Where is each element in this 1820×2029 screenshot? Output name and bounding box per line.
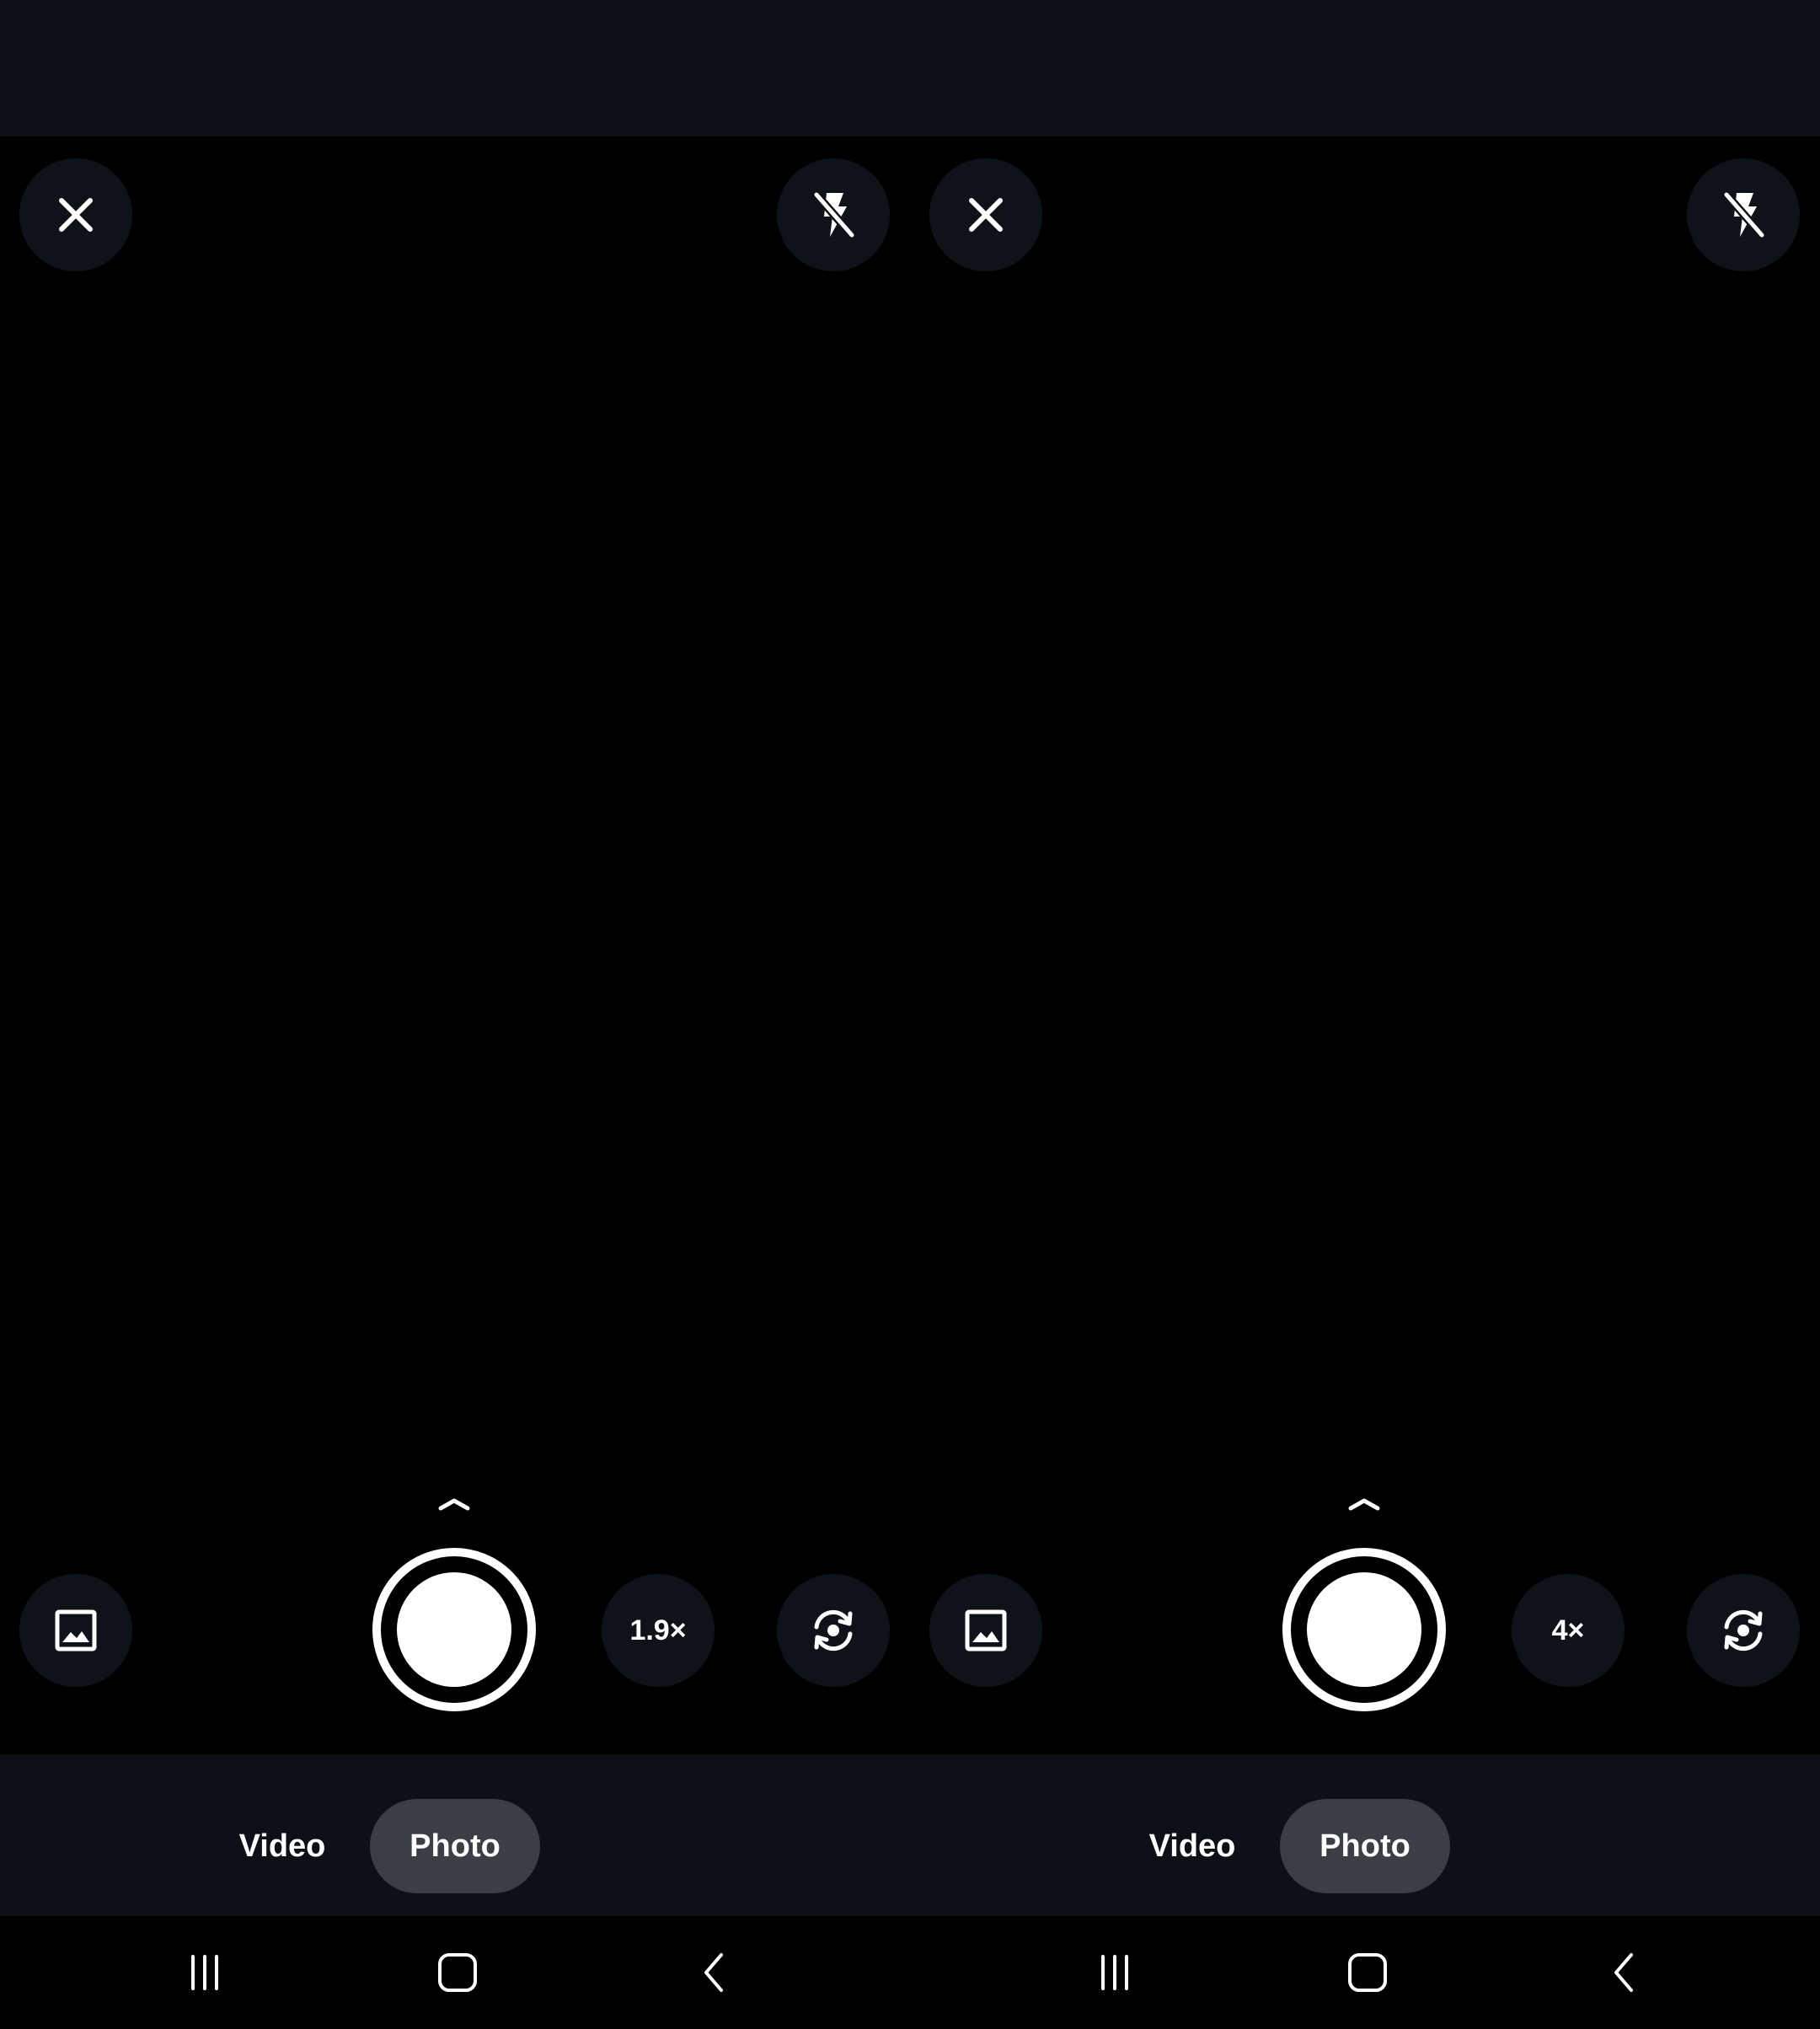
back-icon (1614, 1953, 1633, 1992)
chevron-up-icon (438, 1498, 470, 1511)
flash-toggle-button[interactable] (777, 158, 890, 271)
system-nav-bar (910, 1916, 1820, 2029)
mode-video-button[interactable]: Video (1125, 1799, 1260, 1893)
viewfinder[interactable]: 4× (910, 137, 1820, 1754)
flip-camera-icon (814, 1609, 853, 1652)
mode-selector-bar: Video Photo (910, 1754, 1820, 1916)
shutter-inner (397, 1572, 511, 1687)
gallery-button[interactable] (929, 1574, 1042, 1687)
camera-pane-right: 4× Video Photo (910, 137, 1820, 2029)
chevron-up-icon (1348, 1498, 1380, 1511)
back-icon (704, 1953, 723, 1992)
mode-photo-button[interactable]: Photo (1280, 1799, 1450, 1893)
close-icon (969, 198, 1003, 232)
shutter-button[interactable] (1282, 1548, 1446, 1711)
gallery-button[interactable] (19, 1574, 132, 1687)
flip-camera-button[interactable] (1687, 1574, 1800, 1687)
flip-camera-icon (1724, 1609, 1763, 1652)
mode-selector-bar: Video Photo (0, 1754, 910, 1916)
back-button[interactable] (680, 1939, 747, 2006)
mode-photo-button[interactable]: Photo (370, 1799, 540, 1893)
gallery-icon (965, 1609, 1007, 1652)
system-nav-bar (0, 1916, 910, 2029)
viewfinder[interactable]: 1.9× (0, 137, 910, 1754)
camera-pane-left: 1.9× Video Photo (0, 137, 910, 2029)
close-button[interactable] (19, 158, 132, 271)
expand-controls-chevron[interactable] (1332, 1490, 1396, 1518)
home-button[interactable] (1334, 1939, 1401, 2006)
close-button[interactable] (929, 158, 1042, 271)
gallery-icon (55, 1609, 97, 1652)
close-icon (59, 198, 93, 232)
flash-off-icon (812, 190, 856, 239)
recents-icon (191, 1955, 218, 1990)
back-button[interactable] (1590, 1939, 1657, 2006)
shutter-inner (1307, 1572, 1421, 1687)
expand-controls-chevron[interactable] (422, 1490, 486, 1518)
home-icon (438, 1953, 477, 1992)
zoom-level-label: 1.9× (629, 1614, 687, 1646)
recents-icon (1101, 1955, 1128, 1990)
zoom-level-label: 4× (1551, 1614, 1585, 1646)
flash-off-icon (1722, 190, 1766, 239)
zoom-button[interactable]: 4× (1512, 1574, 1625, 1687)
recents-button[interactable] (1081, 1939, 1148, 2006)
flip-camera-button[interactable] (777, 1574, 890, 1687)
shutter-button[interactable] (372, 1548, 536, 1711)
mode-video-button[interactable]: Video (215, 1799, 350, 1893)
flash-toggle-button[interactable] (1687, 158, 1800, 271)
recents-button[interactable] (171, 1939, 238, 2006)
zoom-button[interactable]: 1.9× (602, 1574, 715, 1687)
camera-screen: 1.9× Video Photo 4× Video Photo (0, 0, 1820, 2029)
status-bar (0, 0, 1820, 137)
home-button[interactable] (424, 1939, 491, 2006)
home-icon (1348, 1953, 1387, 1992)
